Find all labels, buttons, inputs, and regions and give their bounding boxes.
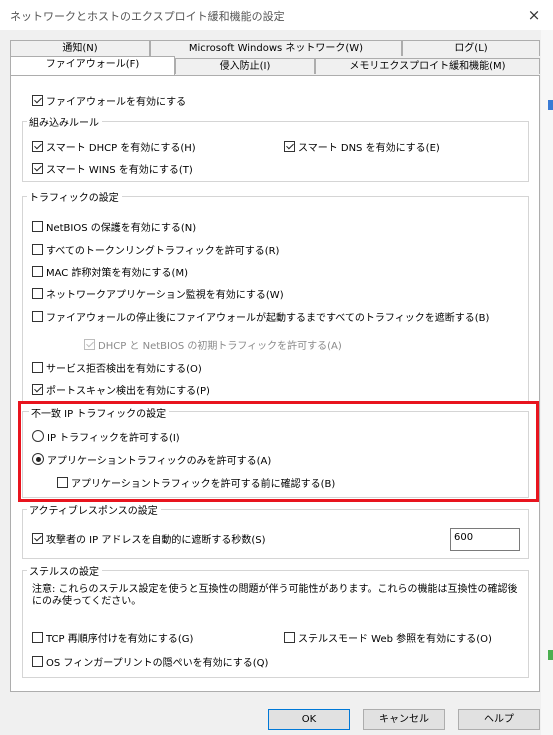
tab-label: Microsoft Windows ネットワーク(W) <box>188 43 364 54</box>
checkbox-icon <box>32 243 43 255</box>
checkbox-icon <box>32 287 43 299</box>
checkbox-label: スマート DNS を有効にする(E) <box>298 142 440 154</box>
checkbox-label: ポートスキャン検出を有効にする(P) <box>46 385 210 397</box>
tab-label: 通知(N) <box>62 43 98 54</box>
background-marker <box>548 650 553 660</box>
enable-firewall-checkbox[interactable]: ファイアウォールを有効にする <box>32 93 187 108</box>
dhcp-netbios-initial-checkbox[interactable]: DHCP と NetBIOS の初期トラフィックを許可する(A) <box>84 337 342 352</box>
block-seconds-input[interactable]: 600 <box>450 528 520 551</box>
checkbox-label: ファイアウォールの停止後にファイアウォールが起動するまですべてのトラフィックを遮… <box>46 312 490 324</box>
mac-spoofing-checkbox[interactable]: MAC 詐称対策を有効にする(M) <box>32 264 188 279</box>
smart-dhcp-checkbox[interactable]: スマート DHCP を有効にする(H) <box>32 139 196 154</box>
traffic-settings-title: トラフィックの設定 <box>27 189 122 204</box>
checkbox-label: MAC 詐称対策を有効にする(M) <box>46 267 188 279</box>
checkbox-icon <box>32 631 43 643</box>
help-button[interactable]: ヘルプ <box>458 709 540 730</box>
checkbox-icon <box>84 338 95 350</box>
checkbox-icon <box>32 265 43 277</box>
tab-microsoft-network[interactable]: Microsoft Windows ネットワーク(W) <box>150 40 402 56</box>
tcp-resequencing-checkbox[interactable]: TCP 再順序付けを有効にする(G) <box>32 630 194 645</box>
tab-firewall[interactable]: ファイアウォール(F) <box>10 56 175 75</box>
dos-detection-checkbox[interactable]: サービス拒否検出を有効にする(O) <box>32 360 202 375</box>
checkbox-label: すべてのトークンリングトラフィックを許可する(R) <box>46 245 280 257</box>
portscan-detection-checkbox[interactable]: ポートスキャン検出を有効にする(P) <box>32 382 210 397</box>
builtin-rules-title: 組み込みルール <box>27 114 102 129</box>
highlight-frame <box>18 401 539 502</box>
checkbox-label: OS フィンガープリントの隠ぺいを有効にする(Q) <box>46 657 269 669</box>
auto-block-checkbox[interactable]: 攻撃者の IP アドレスを自動的に遮断する秒数(S) <box>32 531 266 546</box>
tab-label: ログ(L) <box>454 43 488 54</box>
checkbox-icon <box>32 361 43 373</box>
checkbox-label: スマート WINS を有効にする(T) <box>46 164 193 176</box>
active-response-title: アクティブレスポンスの設定 <box>27 502 161 517</box>
os-fingerprint-checkbox[interactable]: OS フィンガープリントの隠ぺいを有効にする(Q) <box>32 654 269 669</box>
smart-dns-checkbox[interactable]: スマート DNS を有効にする(E) <box>284 139 440 154</box>
tab-label: ファイアウォール(F) <box>45 59 140 70</box>
window-title: ネットワークとホストのエクスプロイト緩和機能の設定 <box>10 10 285 23</box>
checkbox-icon <box>32 310 43 322</box>
tab-memory-exploit[interactable]: メモリエクスプロイト緩和機能(M) <box>315 58 540 74</box>
checkbox-label: ステルスモード Web 参照を有効にする(O) <box>298 633 492 645</box>
tab-intrusion-prevention[interactable]: 侵入防止(I) <box>175 58 315 74</box>
tab-label: 侵入防止(I) <box>219 61 271 72</box>
checkbox-label: サービス拒否検出を有効にする(O) <box>46 363 202 375</box>
background-window-strip <box>541 30 553 735</box>
checkbox-label: ファイアウォールを有効にする <box>46 96 187 108</box>
ok-button[interactable]: OK <box>268 709 350 730</box>
checkbox-icon <box>32 220 43 232</box>
checkbox-label: DHCP と NetBIOS の初期トラフィックを許可する(A) <box>98 340 342 352</box>
checkbox-icon <box>32 140 43 152</box>
tab-notification[interactable]: 通知(N) <box>10 40 150 56</box>
checkbox-label: TCP 再順序付けを有効にする(G) <box>46 633 194 645</box>
checkbox-label: スマート DHCP を有効にする(H) <box>46 142 196 154</box>
cancel-button[interactable]: キャンセル <box>363 709 445 730</box>
background-marker <box>548 100 553 110</box>
checkbox-label: ネットワークアプリケーション監視を有効にする(W) <box>46 289 284 301</box>
title-bar: ネットワークとホストのエクスプロイト緩和機能の設定 × <box>0 0 553 30</box>
token-ring-checkbox[interactable]: すべてのトークンリングトラフィックを許可する(R) <box>32 242 280 257</box>
checkbox-label: NetBIOS の保護を有効にする(N) <box>46 222 197 234</box>
tab-log[interactable]: ログ(L) <box>402 40 540 56</box>
smart-wins-checkbox[interactable]: スマート WINS を有効にする(T) <box>32 161 193 176</box>
tab-label: メモリエクスプロイト緩和機能(M) <box>349 61 506 72</box>
netbios-protection-checkbox[interactable]: NetBIOS の保護を有効にする(N) <box>32 219 197 234</box>
block-until-start-checkbox[interactable]: ファイアウォールの停止後にファイアウォールが起動するまですべてのトラフィックを遮… <box>32 309 490 324</box>
close-icon[interactable]: × <box>520 5 548 25</box>
checkbox-icon <box>32 383 43 395</box>
checkbox-label: 攻撃者の IP アドレスを自動的に遮断する秒数(S) <box>46 534 266 546</box>
app-monitoring-checkbox[interactable]: ネットワークアプリケーション監視を有効にする(W) <box>32 286 284 301</box>
checkbox-icon <box>284 631 295 643</box>
checkbox-icon <box>32 655 43 667</box>
stealth-settings-title: ステルスの設定 <box>27 563 102 578</box>
checkbox-icon <box>32 94 43 106</box>
stealth-web-checkbox[interactable]: ステルスモード Web 参照を有効にする(O) <box>284 630 492 645</box>
stealth-warning-note: 注意: これらのステルス設定を使うと互換性の問題が伴う可能性があります。これらの… <box>32 584 518 607</box>
checkbox-icon <box>284 140 295 152</box>
checkbox-icon <box>32 162 43 174</box>
checkbox-icon <box>32 532 43 544</box>
